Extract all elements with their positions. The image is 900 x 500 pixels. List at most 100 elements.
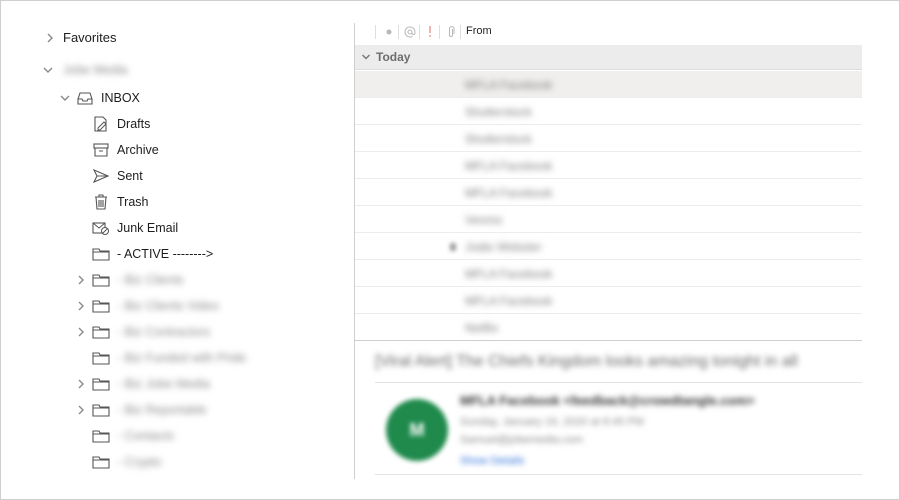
message-row[interactable]: Netflix bbox=[355, 314, 862, 341]
favorites-label: Favorites bbox=[63, 30, 117, 45]
sidebar-item-sent[interactable]: Sent bbox=[1, 165, 354, 187]
message-row[interactable]: MFLA Facebook bbox=[355, 179, 862, 206]
from-column-header[interactable]: From bbox=[466, 25, 492, 37]
sidebar-item-label: - Crypto bbox=[117, 455, 162, 469]
message-sender: MFLA Facebook bbox=[465, 159, 553, 173]
message-sender: Venmo bbox=[465, 213, 503, 227]
sidebar-item-folder[interactable]: - Biz Clients Video bbox=[1, 295, 354, 317]
reply-indicator-icon bbox=[450, 243, 456, 251]
chevron-down-icon[interactable] bbox=[42, 64, 54, 76]
avatar: M bbox=[386, 399, 448, 461]
message-subject: [Viral Alert] The Chiefs Kingdom looks a… bbox=[375, 353, 798, 370]
message-sender: Shutterstock bbox=[465, 132, 532, 146]
folder-icon bbox=[92, 454, 110, 470]
sidebar-item-folder[interactable]: - Biz Clients bbox=[1, 269, 354, 291]
trash-icon bbox=[92, 194, 110, 210]
mail-window: Favorites Jobe Media INBOX Drafts Archiv… bbox=[0, 0, 900, 500]
sidebar-item-label: - Contacts bbox=[117, 429, 174, 443]
sidebar-item-label: Sent bbox=[117, 169, 143, 183]
message-sender: Shutterstock bbox=[465, 105, 532, 119]
message-sender: MFLA Facebook bbox=[465, 78, 553, 92]
sidebar-item-folder[interactable]: - Contacts bbox=[1, 425, 354, 447]
folder-icon bbox=[92, 428, 110, 444]
message-row[interactable]: Venmo bbox=[355, 206, 862, 233]
show-details-link[interactable]: Show Details bbox=[460, 455, 524, 467]
chevron-down-icon[interactable] bbox=[361, 51, 371, 65]
at-icon[interactable] bbox=[404, 26, 416, 41]
sidebar-item-folder[interactable]: - Crypto bbox=[1, 451, 354, 473]
junk-icon bbox=[92, 220, 110, 236]
message-list: From Today MFLA Facebook Shutterstock Sh… bbox=[355, 21, 862, 341]
divider bbox=[375, 382, 862, 383]
column-separator bbox=[460, 25, 461, 39]
message-date: Sunday, January 19, 2020 at 8:45 PM bbox=[460, 416, 644, 428]
sidebar-item-label: Archive bbox=[117, 143, 159, 157]
chevron-right-icon[interactable] bbox=[44, 32, 56, 44]
divider bbox=[375, 474, 862, 475]
sidebar-item-folder[interactable]: - Biz Funded with Pride bbox=[1, 347, 354, 369]
sidebar-item-label: - Biz Funded with Pride bbox=[117, 351, 247, 365]
sidebar-item-label: - Biz Clients bbox=[117, 273, 184, 287]
chevron-right-icon[interactable] bbox=[75, 404, 87, 416]
chevron-right-icon[interactable] bbox=[75, 300, 87, 312]
folder-icon bbox=[92, 402, 110, 418]
sidebar-item-label: - Biz Jobe Media bbox=[117, 377, 211, 391]
sidebar-account[interactable]: Jobe Media bbox=[1, 59, 354, 81]
sidebar-item-label: - ACTIVE --------> bbox=[117, 247, 214, 261]
column-separator bbox=[419, 25, 420, 39]
folder-icon bbox=[92, 298, 110, 314]
message-row[interactable]: MFLA Facebook bbox=[355, 260, 862, 287]
folder-icon bbox=[92, 350, 110, 366]
sidebar-item-archive[interactable]: Archive bbox=[1, 139, 354, 161]
chevron-down-icon[interactable] bbox=[59, 92, 71, 104]
account-label: Jobe Media bbox=[63, 63, 128, 77]
sidebar-item-active[interactable]: - ACTIVE --------> bbox=[1, 243, 354, 265]
sidebar-item-drafts[interactable]: Drafts bbox=[1, 113, 354, 135]
folder-sidebar: Favorites Jobe Media INBOX Drafts Archiv… bbox=[1, 1, 354, 479]
sidebar-item-label: - Biz Contractors bbox=[117, 325, 211, 339]
message-row[interactable]: MFLA Facebook bbox=[355, 287, 862, 314]
sidebar-favorites[interactable]: Favorites bbox=[1, 27, 354, 49]
message-sender: MFLA Facebook bbox=[465, 294, 553, 308]
column-separator bbox=[398, 25, 399, 39]
sidebar-item-folder[interactable]: - Biz Contractors bbox=[1, 321, 354, 343]
column-separator bbox=[375, 25, 376, 39]
sent-icon bbox=[92, 168, 110, 184]
message-to: Samuel@jobemedia.com bbox=[460, 434, 584, 446]
exclamation-icon[interactable] bbox=[427, 25, 433, 41]
drafts-icon bbox=[92, 116, 110, 132]
group-label: Today bbox=[376, 50, 411, 64]
message-sender: Netflix bbox=[465, 321, 499, 335]
message-row[interactable]: MFLA Facebook bbox=[355, 152, 862, 179]
chevron-right-icon[interactable] bbox=[75, 274, 87, 286]
message-row[interactable]: Jodie Webster bbox=[355, 233, 862, 260]
folder-icon bbox=[92, 272, 110, 288]
sidebar-item-label: Drafts bbox=[117, 117, 151, 131]
folder-icon bbox=[92, 246, 110, 262]
message-row[interactable]: Shutterstock bbox=[355, 125, 862, 152]
message-row[interactable]: MFLA Facebook bbox=[355, 71, 862, 98]
chevron-right-icon[interactable] bbox=[75, 326, 87, 338]
sidebar-item-label: Trash bbox=[117, 195, 149, 209]
message-sender: Jodie Webster bbox=[465, 240, 542, 254]
inbox-icon bbox=[76, 90, 94, 106]
sidebar-item-junk-email[interactable]: Junk Email bbox=[1, 217, 354, 239]
paperclip-icon[interactable] bbox=[447, 25, 455, 41]
list-column-header: From bbox=[355, 21, 862, 43]
group-header-today[interactable]: Today bbox=[355, 45, 862, 70]
sidebar-item-trash[interactable]: Trash bbox=[1, 191, 354, 213]
sidebar-inbox[interactable]: INBOX bbox=[1, 87, 354, 109]
message-row[interactable]: Shutterstock bbox=[355, 98, 862, 125]
message-sender: MFLA Facebook bbox=[465, 186, 553, 200]
sidebar-item-folder[interactable]: - Biz Reportable bbox=[1, 399, 354, 421]
reading-pane: [Viral Alert] The Chiefs Kingdom looks a… bbox=[355, 341, 862, 481]
chevron-right-icon[interactable] bbox=[75, 378, 87, 390]
message-sender: MFLA Facebook bbox=[465, 267, 553, 281]
sidebar-item-label: Junk Email bbox=[117, 221, 179, 235]
dot-icon[interactable] bbox=[385, 27, 393, 39]
sidebar-item-label: - Biz Clients Video bbox=[117, 299, 219, 313]
archive-icon bbox=[92, 142, 110, 158]
sidebar-item-folder[interactable]: - Biz Jobe Media bbox=[1, 373, 354, 395]
message-from: MFLA Facebook <feedback@crowdtangle.com> bbox=[460, 393, 755, 408]
folder-icon bbox=[92, 324, 110, 340]
